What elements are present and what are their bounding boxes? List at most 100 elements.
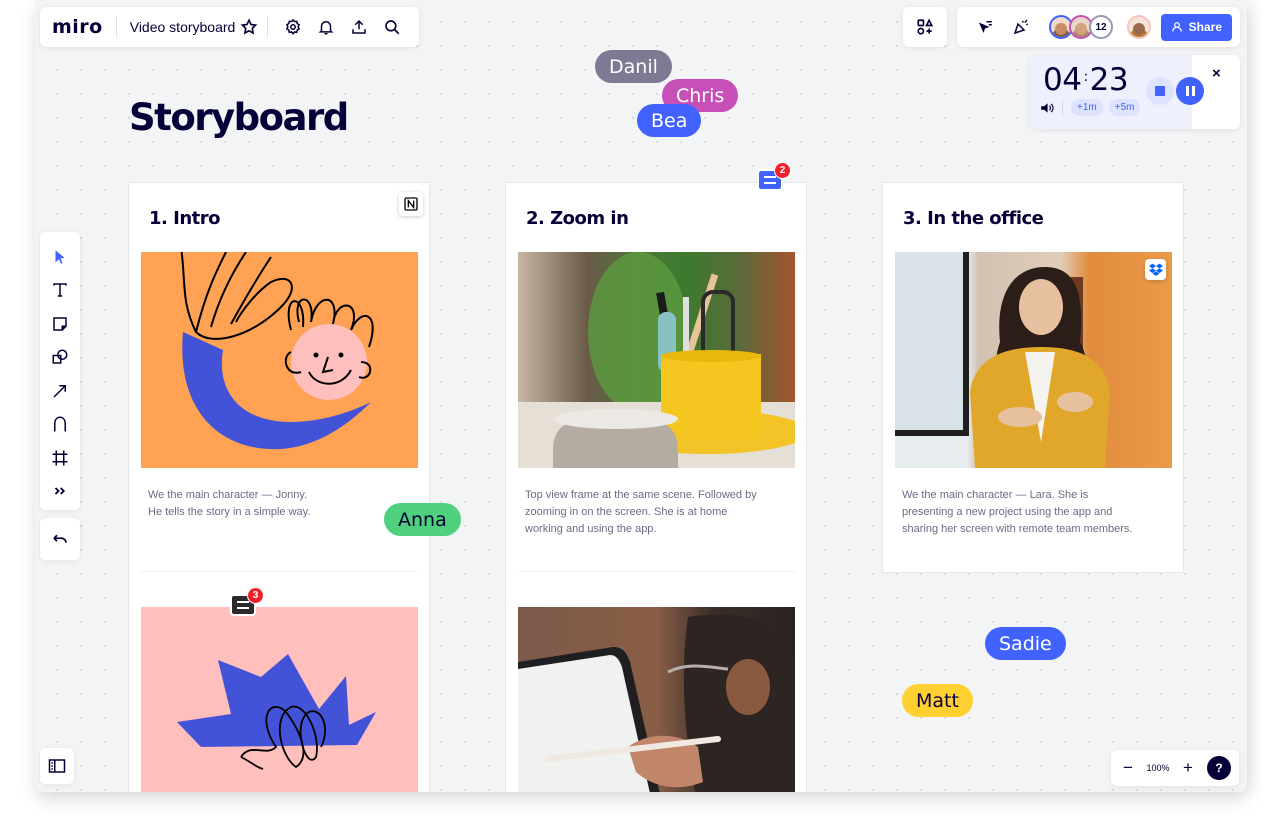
card-description: We the main character — Jonny. He tells … [148,487,413,521]
share-button[interactable]: Share [1160,13,1232,41]
notion-icon[interactable] [399,192,423,216]
pen-tool[interactable] [44,408,76,442]
settings-icon[interactable] [279,13,307,41]
select-tool[interactable] [44,240,76,274]
zoom-out-button[interactable]: − [1119,758,1137,778]
creation-toolbar [40,232,80,510]
dropbox-icon[interactable] [1145,259,1166,280]
cursor-icon [55,250,65,264]
divider [115,16,117,38]
storyboard-card-intro[interactable]: 1. Intro We the main character — Jonny. … [128,182,430,792]
board-heading[interactable]: Storyboard [129,96,349,139]
frame-icon [52,450,68,466]
board-header-toolbar: miro Video storyboard [40,7,419,47]
text-icon [53,283,67,297]
comment-thread[interactable]: 2 [757,162,791,191]
timer-seconds: 23 [1089,62,1129,98]
collaborator-cursor-label: Matt [902,684,973,717]
collaborator-cursor-label: Bea [637,104,702,137]
storyboard-card-zoom-in[interactable]: 2. Zoom in Top view frame at the same sc… [505,182,807,792]
timer-widget: 04:23 +1m +5m × [1030,55,1240,129]
comment-icon [764,176,776,184]
tablet-photo[interactable] [518,607,795,792]
shapes-tool[interactable] [44,341,76,375]
celebrate-icon[interactable] [1007,13,1035,41]
stop-icon [1155,86,1165,96]
card-description: We the main character — Lara. She is pre… [902,487,1167,538]
comment-icon [237,601,249,609]
board-canvas[interactable]: miro Video storyboard 12 Share 04:23 +1… [35,0,1247,792]
timer-colon: : [1083,68,1088,85]
zoom-in-button[interactable]: + [1179,758,1197,778]
more-tools-button[interactable] [44,475,76,509]
pause-icon [1185,86,1195,96]
frame-tool[interactable] [44,441,76,475]
miro-logo[interactable]: miro [52,16,103,38]
description-line: sharing her screen with remote team memb… [902,523,1133,535]
timer-display: 04:23 [1043,62,1129,98]
shapes-icon [52,349,68,364]
star-icon[interactable] [239,13,259,41]
intro-illustration-2[interactable] [141,607,418,792]
current-user-avatar[interactable] [1127,15,1151,39]
office-presentation-photo[interactable] [895,252,1172,468]
description-line: He tells the story in a simple way. [148,506,311,518]
user-icon [1171,22,1182,32]
timer-controls: +1m +5m [1040,99,1141,116]
description-line: zooming in on the screen. She is at home [525,506,728,518]
zoom-controls: − 100% + ? [1111,750,1239,786]
zoom-in-photo[interactable] [518,252,795,468]
volume-icon[interactable] [1040,102,1054,114]
double-chevron-right-icon [54,487,66,495]
timer-minutes: 04 [1043,62,1082,98]
collaborator-cursor-label: Anna [384,503,461,536]
more-collaborators-count[interactable]: 12 [1089,15,1113,39]
sticky-note-icon [53,317,67,331]
add-one-minute-button[interactable]: +1m [1071,99,1103,116]
zoom-level[interactable]: 100% [1143,763,1173,773]
divider [1062,100,1063,115]
pause-timer-button[interactable] [1176,77,1204,105]
arrow-icon [53,384,66,398]
toggle-sidebar-button[interactable] [40,748,74,784]
share-label: Share [1188,20,1222,34]
pen-icon [54,416,66,432]
stop-timer-button[interactable] [1146,77,1174,105]
description-line: Top view frame at the same scene. Follow… [525,489,757,501]
description-line: We the main character — Lara. She is [902,489,1089,501]
card-divider [141,571,418,572]
comment-count-badge: 3 [247,587,264,604]
templates-button[interactable] [903,7,947,47]
search-icon[interactable] [378,13,406,41]
connection-line-tool[interactable] [44,374,76,408]
card-title: 1. Intro [149,208,221,229]
card-title: 3. In the office [903,208,1044,229]
shapes-plus-icon [917,18,934,35]
card-divider [518,571,795,572]
undo-button[interactable] [40,518,80,560]
undo-icon [53,534,67,543]
divider [267,16,269,38]
description-line: working and using the app. [525,523,657,535]
card-title: 2. Zoom in [526,208,629,229]
card-description: Top view frame at the same scene. Follow… [525,487,790,538]
collaborator-cursor-label: Sadie [985,627,1066,660]
help-button[interactable]: ? [1207,756,1231,780]
storyboard-card-office[interactable]: 3. In the office We the main character —… [882,182,1184,573]
comment-thread[interactable]: 3 [230,587,264,616]
board-title[interactable]: Video storyboard [130,19,236,35]
collaborator-cursor-label: Danil [595,50,672,83]
cursor-follow-icon[interactable] [971,13,999,41]
intro-illustration[interactable] [141,252,418,468]
text-tool[interactable] [44,274,76,308]
add-five-minutes-button[interactable]: +5m [1108,99,1141,116]
description-line: presenting a new project using the app a… [902,506,1113,518]
comment-count-badge: 2 [774,162,791,179]
bell-icon[interactable] [312,13,340,41]
sticky-note-tool[interactable] [44,307,76,341]
collaboration-toolbar: 12 Share [957,7,1240,47]
upload-icon[interactable] [345,13,373,41]
close-timer-button[interactable]: × [1212,65,1221,82]
sidebar-panel-icon [48,759,66,773]
description-line: We the main character — Jonny. [148,489,308,501]
